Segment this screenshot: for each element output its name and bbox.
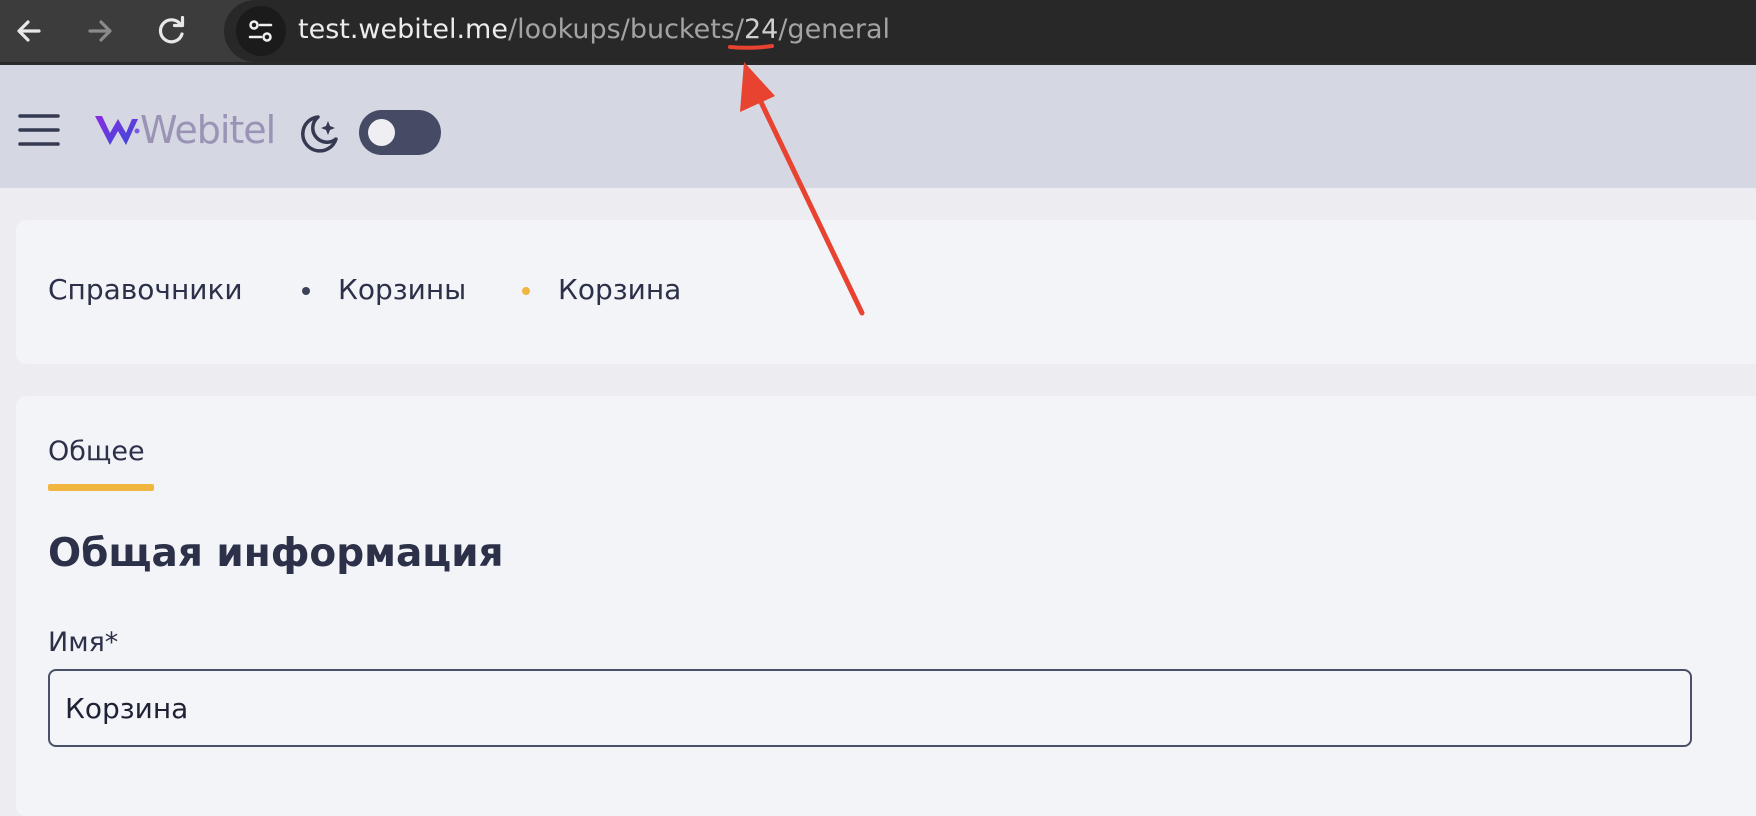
name-field[interactable] (48, 669, 1692, 747)
site-info-button[interactable] (236, 6, 286, 56)
url-path-before: /lookups/buckets/ (507, 14, 744, 45)
breadcrumb-item-lookups[interactable]: Справочники (48, 273, 243, 306)
main-card (16, 396, 1756, 816)
url-path-after: /general (778, 14, 891, 45)
forward-button[interactable] (77, 8, 123, 54)
section-title: Общая информация (48, 531, 504, 576)
tab-active-indicator (48, 484, 154, 491)
url-text[interactable]: test.webitel.me/lookups/buckets/24/gener… (298, 10, 890, 50)
breadcrumb-separator (302, 287, 310, 295)
name-field-label: Имя* (48, 627, 119, 658)
arrow-right-icon (88, 20, 112, 42)
toggle-knob (368, 119, 395, 146)
url-id: 24 (743, 14, 779, 45)
reload-icon (158, 15, 185, 44)
back-button[interactable] (6, 8, 52, 54)
breadcrumb-separator-active (522, 287, 530, 295)
tune-icon (248, 20, 273, 42)
theme-toggle[interactable] (359, 110, 441, 155)
reload-button[interactable] (149, 8, 195, 54)
moon-icon (296, 111, 342, 157)
logo-text: Webitel (140, 108, 276, 152)
breadcrumb-item-current: Корзина (558, 273, 682, 306)
breadcrumb-item-buckets[interactable]: Корзины (338, 273, 466, 306)
breadcrumb (16, 220, 1756, 364)
webitel-logo-icon (94, 113, 140, 153)
tab-general[interactable]: Общее (48, 436, 145, 467)
url-host: test.webitel.me (298, 14, 508, 45)
arrow-left-icon (17, 20, 41, 42)
hamburger-menu-icon[interactable] (18, 110, 60, 150)
